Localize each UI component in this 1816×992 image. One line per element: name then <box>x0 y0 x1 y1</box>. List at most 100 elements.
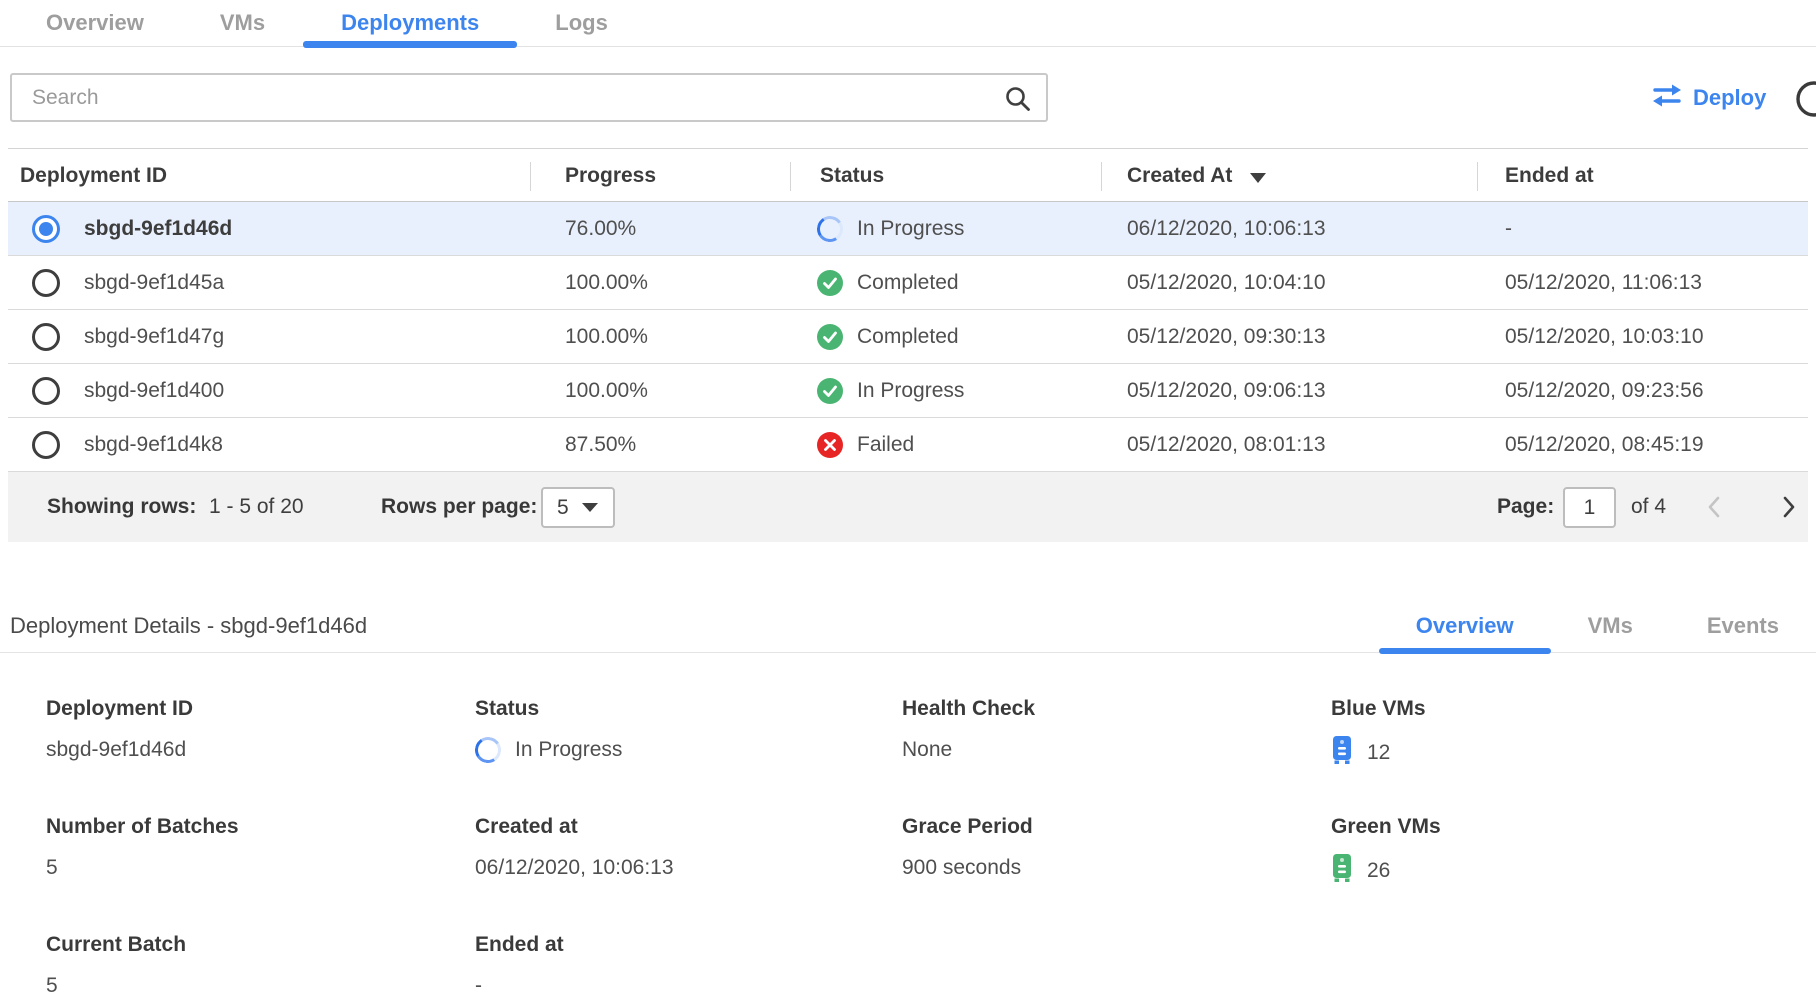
table-row[interactable]: sbgd-9ef1d45a 100.00% Completed 05/12/20… <box>8 256 1808 310</box>
field-ended-at: Ended at - <box>475 933 902 992</box>
spinner-icon <box>815 214 846 245</box>
field-green-vms: Green VMs 26 <box>1331 815 1751 889</box>
deploy-button-label: Deploy <box>1693 85 1766 111</box>
sort-desc-icon <box>1250 173 1266 183</box>
tab-logs[interactable]: Logs <box>517 0 646 46</box>
check-circle-icon <box>817 324 843 350</box>
column-divider <box>1477 162 1478 191</box>
column-header-status: Status <box>820 149 884 203</box>
previous-page-icon[interactable] <box>1694 472 1734 542</box>
deployment-details-title: Deployment Details - sbgd-9ef1d46d <box>10 599 367 653</box>
row-radio[interactable] <box>32 323 60 351</box>
ended-at-cell: 05/12/2020, 08:45:19 <box>1505 418 1704 472</box>
deployments-table: Deployment ID Progress Status Created At… <box>8 148 1808 542</box>
spinner-icon <box>473 735 504 766</box>
green-vm-icon <box>1331 853 1353 889</box>
table-footer: Showing rows: 1 - 5 of 20 Rows per page:… <box>8 472 1808 542</box>
deployment-id-cell: sbgd-9ef1d4k8 <box>84 418 223 472</box>
tab-overview[interactable]: Overview <box>8 0 182 46</box>
rows-per-page-label: Rows per page: <box>381 472 537 542</box>
tab-logs-label: Logs <box>555 10 608 36</box>
active-tab-indicator <box>303 41 517 48</box>
table-header-row: Deployment ID Progress Status Created At… <box>8 148 1808 202</box>
tab-deployments[interactable]: Deployments <box>303 0 517 46</box>
details-tab-events[interactable]: Events <box>1670 599 1816 653</box>
ended-at-cell: 05/12/2020, 11:06:13 <box>1505 256 1702 310</box>
details-tab-vms[interactable]: VMs <box>1551 599 1670 653</box>
column-divider <box>530 162 531 191</box>
ended-at-cell: - <box>1505 202 1512 256</box>
status-cell: Completed <box>817 256 959 310</box>
details-tab-events-label: Events <box>1707 613 1779 639</box>
chevron-down-icon <box>582 503 598 512</box>
table-row[interactable]: sbgd-9ef1d400 100.00% In Progress 05/12/… <box>8 364 1808 418</box>
deploy-button[interactable]: Deploy <box>1652 81 1766 115</box>
showing-rows-label: Showing rows: <box>47 472 196 542</box>
ended-at-cell: 05/12/2020, 09:23:56 <box>1505 364 1704 418</box>
tab-vms-label: VMs <box>220 10 265 36</box>
deployment-id-cell: sbgd-9ef1d47g <box>84 310 224 364</box>
rows-per-page-select[interactable]: 5 <box>541 487 615 528</box>
row-radio[interactable] <box>32 431 60 459</box>
rows-per-page-value: 5 <box>557 496 569 520</box>
row-radio[interactable] <box>32 377 60 405</box>
toolbar: Deploy <box>0 73 1816 123</box>
deployments-page: Overview VMs Deployments Logs <box>0 0 1816 992</box>
status-cell: Completed <box>817 310 959 364</box>
progress-cell: 87.50% <box>565 418 636 472</box>
tab-overview-label: Overview <box>46 10 144 36</box>
main-tab-bar: Overview VMs Deployments Logs <box>0 0 1816 47</box>
deployment-id-cell: sbgd-9ef1d46d <box>84 202 232 256</box>
field-grace-period: Grace Period 900 seconds <box>902 815 1331 889</box>
table-row[interactable]: sbgd-9ef1d4k8 87.50% Failed 05/12/2020, … <box>8 418 1808 472</box>
created-at-cell: 05/12/2020, 09:30:13 <box>1127 310 1326 364</box>
progress-cell: 100.00% <box>565 256 648 310</box>
created-at-cell: 05/12/2020, 10:04:10 <box>1127 256 1326 310</box>
page-label: Page: <box>1497 472 1554 542</box>
blue-vm-icon <box>1331 735 1353 771</box>
search-input[interactable] <box>12 75 1046 120</box>
field-number-of-batches: Number of Batches 5 <box>46 815 475 889</box>
active-tab-indicator <box>1379 648 1551 654</box>
field-status: Status In Progress <box>475 697 902 771</box>
column-divider <box>1101 162 1102 191</box>
table-row[interactable]: sbgd-9ef1d47g 100.00% Completed 05/12/20… <box>8 310 1808 364</box>
status-cell: In Progress <box>817 364 964 418</box>
table-row[interactable]: sbgd-9ef1d46d 76.00% In Progress 06/12/2… <box>8 202 1808 256</box>
details-tab-bar: Overview VMs Events <box>1379 599 1816 653</box>
deployment-id-cell: sbgd-9ef1d400 <box>84 364 224 418</box>
column-divider <box>790 162 791 191</box>
field-created-at: Created at 06/12/2020, 10:06:13 <box>475 815 902 889</box>
progress-cell: 76.00% <box>565 202 636 256</box>
tab-deployments-label: Deployments <box>341 10 479 36</box>
tab-vms[interactable]: VMs <box>182 0 303 46</box>
search-icon <box>1004 85 1032 118</box>
progress-cell: 100.00% <box>565 310 648 364</box>
check-circle-icon <box>817 270 843 296</box>
progress-cell: 100.00% <box>565 364 648 418</box>
created-at-cell: 05/12/2020, 08:01:13 <box>1127 418 1326 472</box>
field-blue-vms: Blue VMs 12 <box>1331 697 1751 771</box>
page-number-input[interactable] <box>1563 487 1616 528</box>
search-box <box>10 73 1048 122</box>
row-radio[interactable] <box>32 269 60 297</box>
check-circle-icon <box>817 378 843 404</box>
x-circle-icon <box>817 432 843 458</box>
details-tab-overview-label: Overview <box>1416 613 1514 639</box>
field-deployment-id: Deployment ID sbgd-9ef1d46d <box>46 697 475 771</box>
details-tab-overview[interactable]: Overview <box>1379 599 1551 653</box>
showing-rows-value: 1 - 5 of 20 <box>209 472 304 542</box>
column-header-created-at[interactable]: Created At <box>1127 149 1266 203</box>
details-tab-vms-label: VMs <box>1588 613 1633 639</box>
next-page-icon[interactable] <box>1768 472 1808 542</box>
status-cell: Failed <box>817 418 914 472</box>
field-health-check: Health Check None <box>902 697 1331 771</box>
column-header-deployment-id: Deployment ID <box>20 149 167 203</box>
column-header-progress: Progress <box>565 149 656 203</box>
refresh-icon[interactable] <box>1793 79 1816 119</box>
field-current-batch: Current Batch 5 <box>46 933 475 992</box>
ended-at-cell: 05/12/2020, 10:03:10 <box>1505 310 1704 364</box>
deployment-details-grid: Deployment ID sbgd-9ef1d46d Status In Pr… <box>46 697 1751 992</box>
created-at-cell: 06/12/2020, 10:06:13 <box>1127 202 1326 256</box>
row-radio-selected[interactable] <box>32 215 60 243</box>
